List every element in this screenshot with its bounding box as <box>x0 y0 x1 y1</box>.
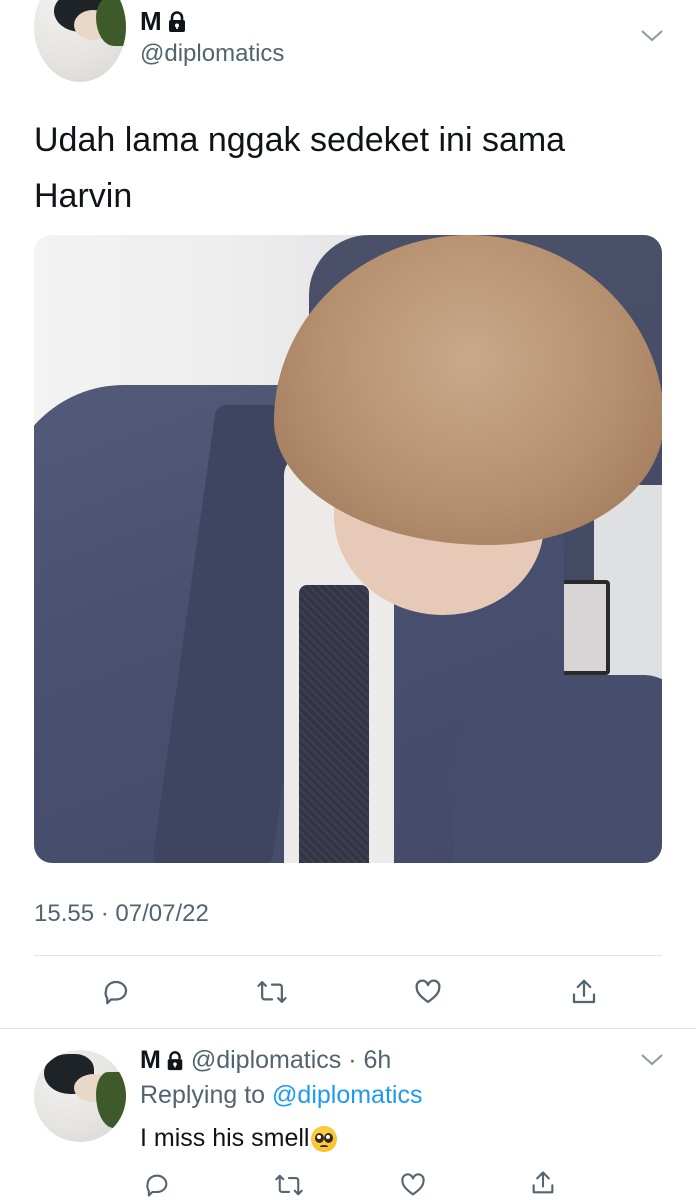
reply-avatar-coat <box>96 1072 126 1128</box>
author-name-row: M <box>140 6 188 37</box>
tweet-timestamp[interactable]: 15.55 · 07/07/22 <box>34 900 209 928</box>
chevron-down-icon[interactable] <box>640 28 664 49</box>
reply-icon <box>104 980 128 1005</box>
author-display-name[interactable]: M <box>140 6 162 37</box>
replying-to: Replying to @diplomatics <box>140 1081 422 1110</box>
pleading-face-emoji-icon <box>311 1125 338 1152</box>
retweet-icon <box>257 981 287 1003</box>
divider-bottom <box>0 1028 696 1029</box>
reply-like-button[interactable] <box>396 1168 430 1200</box>
reply-avatar[interactable] <box>34 1050 126 1142</box>
like-icon <box>401 1173 425 1196</box>
tweet-text: Udah lama nggak sedeket ini sama Harvin <box>34 112 654 224</box>
photo-tie <box>299 585 369 863</box>
author-handle[interactable]: @diplomatics <box>140 40 284 68</box>
reply-retweet-button[interactable] <box>272 1168 306 1200</box>
divider-top <box>34 955 662 956</box>
avatar-coat <box>96 0 126 46</box>
reply-reply-button[interactable] <box>140 1168 174 1200</box>
share-icon <box>532 1171 554 1194</box>
reply-handle-time[interactable]: @diplomatics · 6h <box>191 1046 391 1075</box>
replying-mention-link[interactable]: @diplomatics <box>272 1081 422 1109</box>
tweet-text-line-2: Harvin <box>34 177 133 215</box>
reply-icon <box>146 1174 168 1197</box>
chevron-down-icon[interactable] <box>640 1052 664 1073</box>
reply-text: I miss his smell <box>140 1124 338 1153</box>
share-icon <box>572 979 596 1004</box>
tweet-photo[interactable] <box>34 235 662 863</box>
reply-text-content: I miss his smell <box>140 1124 310 1152</box>
tweet-text-line-1: Udah lama nggak sedeket ini sama <box>34 121 566 159</box>
replying-prefix: Replying to <box>140 1081 266 1109</box>
like-button[interactable] <box>408 972 448 1012</box>
lock-icon <box>166 10 188 33</box>
share-button[interactable] <box>564 972 604 1012</box>
reply-button[interactable] <box>96 972 136 1012</box>
lock-icon <box>165 1050 185 1071</box>
retweet-button[interactable] <box>252 972 292 1012</box>
retweet-icon <box>275 1174 303 1196</box>
reply-share-button[interactable] <box>526 1166 560 1200</box>
reply-header: M @diplomatics · 6h <box>140 1046 391 1075</box>
reply-display-name[interactable]: M <box>140 1046 161 1075</box>
photo-arm <box>454 675 662 863</box>
like-icon <box>415 979 441 1004</box>
author-avatar[interactable] <box>34 0 126 82</box>
